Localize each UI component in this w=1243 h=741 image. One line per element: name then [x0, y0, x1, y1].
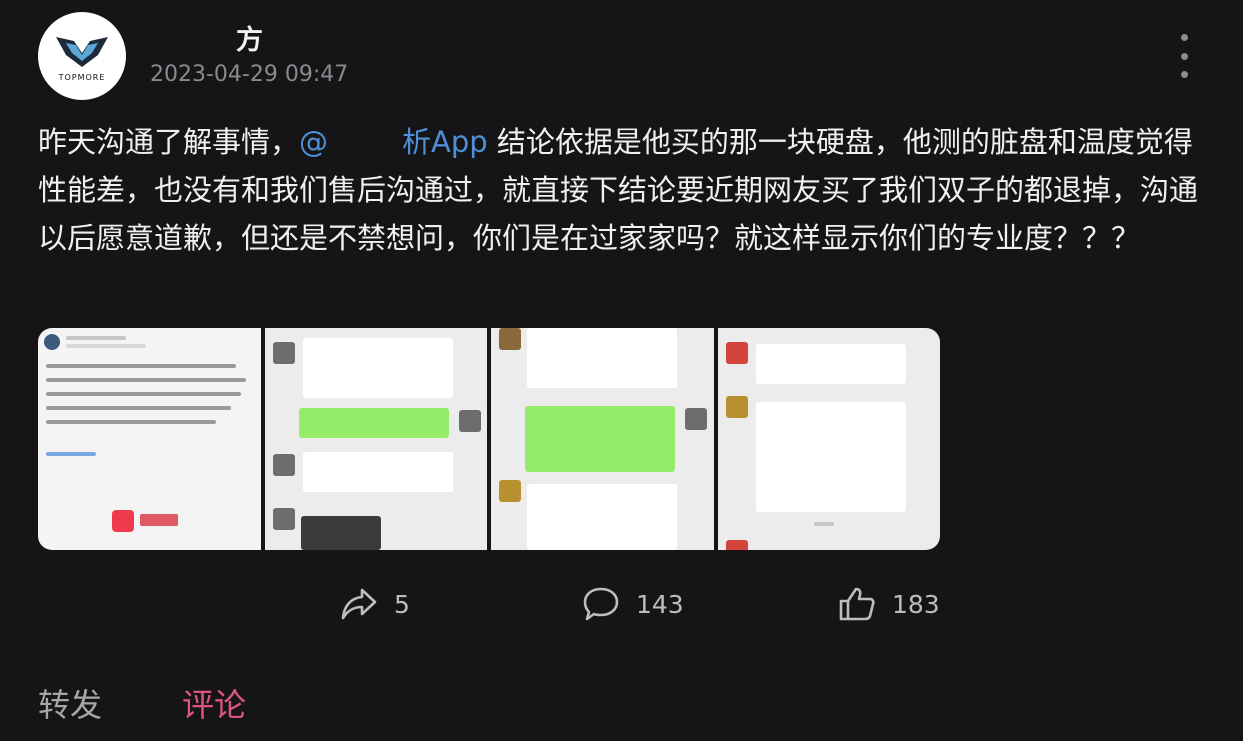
app-logo-text-graphic	[140, 514, 178, 526]
mention-suffix: 析App	[402, 125, 488, 159]
mention-link[interactable]: @ 析App	[299, 125, 488, 159]
mention-prefix: @	[299, 125, 329, 159]
share-button[interactable]: 5	[340, 586, 410, 622]
brand-logo-icon	[56, 36, 108, 67]
thumbs-up-icon	[839, 587, 875, 621]
username-redaction	[148, 21, 232, 54]
app-logo-icon	[112, 510, 134, 532]
share-arrow-icon	[341, 588, 377, 620]
more-dot	[1180, 71, 1188, 78]
action-bar: 5 143 183	[0, 586, 1243, 634]
username-row[interactable]: 方	[148, 18, 263, 57]
comment-bubble-icon	[583, 587, 619, 621]
image-gallery	[38, 328, 940, 550]
gallery-image-1[interactable]	[38, 328, 261, 550]
post-text-before: 昨天沟通了解事情，	[38, 125, 300, 159]
comment-button[interactable]: 143	[582, 586, 684, 622]
avatar[interactable]: TOPMORE	[38, 12, 126, 100]
post-timestamp: 2023-04-29 09:47	[150, 62, 349, 87]
gallery-image-3[interactable]	[491, 328, 714, 550]
more-vertical-icon[interactable]	[1170, 34, 1198, 78]
more-dot	[1180, 34, 1188, 41]
tab-repost[interactable]: 转发	[38, 680, 102, 726]
tab-comment[interactable]: 评论	[182, 680, 246, 726]
like-count: 183	[892, 589, 940, 619]
avatar-brand-text: TOPMORE	[58, 72, 106, 82]
share-count: 5	[394, 589, 410, 619]
username[interactable]: 方	[236, 18, 263, 57]
comment-count: 143	[636, 589, 684, 619]
like-button[interactable]: 183	[838, 586, 940, 622]
tab-bar: 转发 评论	[38, 680, 246, 726]
mention-redaction	[328, 129, 403, 159]
post-text: 昨天沟通了解事情，@ 析App 结论依据是他买的那一块硬盘，他测的脏盘和温度觉得性…	[38, 118, 1208, 262]
gallery-image-4[interactable]	[717, 328, 940, 550]
gallery-image-2[interactable]	[264, 328, 487, 550]
more-dot	[1180, 52, 1188, 60]
